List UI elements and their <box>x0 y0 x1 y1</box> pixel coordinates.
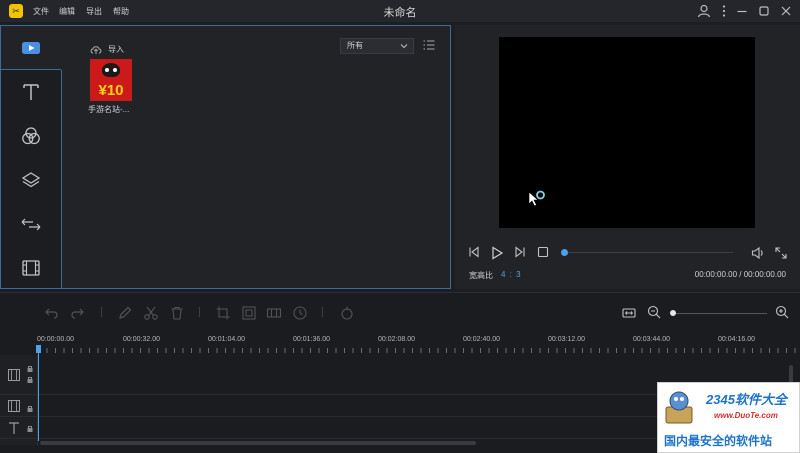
previous-frame-icon[interactable] <box>468 246 480 258</box>
import-label: 导入 <box>108 44 124 54</box>
zoom-in-icon[interactable] <box>775 305 789 319</box>
ruler-tick-label: 00:00:32.00 <box>123 336 160 343</box>
aspect-ratio-value[interactable]: 4 : 3 <box>501 270 522 279</box>
text-track-icon <box>9 422 19 434</box>
timeline-horizontal-scrollbar[interactable] <box>40 441 476 445</box>
media-icon <box>22 42 40 54</box>
menu-export[interactable]: 导出 <box>86 6 102 17</box>
film-icon <box>22 260 40 276</box>
title-bar: ✂ 文件 编辑 导出 帮助 未命名 <box>0 0 800 22</box>
stop-icon[interactable] <box>537 246 549 258</box>
ruler-tick-label: 00:01:36.00 <box>293 336 330 343</box>
mosaic-icon[interactable] <box>241 305 257 321</box>
more-menu-icon[interactable] <box>716 3 732 19</box>
track-lock-icon[interactable] <box>26 405 34 413</box>
fullscreen-icon[interactable] <box>774 246 788 260</box>
watermark-brand: 2345软件大全 <box>706 392 787 407</box>
tab-elements[interactable] <box>1 246 61 290</box>
app-logo: ✂ <box>9 4 23 18</box>
tab-overlays[interactable] <box>1 158 61 202</box>
transitions-icon <box>21 218 41 231</box>
thumbnail-badge: ¥10 <box>98 82 124 99</box>
media-panel: 导入 所有 ¥10 手游名站-... <box>0 25 451 289</box>
zoom-slider[interactable] <box>673 313 767 314</box>
site-watermark: 2345软件大全 www.DuoTe.com 国内最安全的软件站 <box>657 382 800 453</box>
tab-transitions[interactable] <box>1 202 61 246</box>
delete-icon[interactable] <box>169 305 185 321</box>
crop-icon[interactable] <box>215 305 231 321</box>
text-icon <box>23 84 39 100</box>
redo-icon[interactable] <box>69 305 85 321</box>
media-thumbnail[interactable]: ¥10 <box>90 59 132 101</box>
side-tab-bar <box>1 26 61 288</box>
seek-handle[interactable] <box>561 249 568 256</box>
media-filter-dropdown[interactable]: 所有 <box>340 38 414 54</box>
zoom-out-icon[interactable] <box>647 305 661 319</box>
tab-text[interactable] <box>1 70 61 114</box>
close-icon[interactable] <box>778 3 794 19</box>
watermark-url: www.DuoTe.com <box>714 411 778 420</box>
watermark-mascot <box>665 391 693 424</box>
import-icon <box>90 45 102 54</box>
track-lock-icon[interactable] <box>26 365 34 387</box>
watermark-slogan: 国内最安全的软件站 <box>664 434 773 448</box>
menu-help[interactable]: 帮助 <box>113 6 129 17</box>
next-frame-icon[interactable] <box>514 246 526 258</box>
video-track-icon <box>8 369 20 381</box>
time-readout: 00:00:00.00 / 00:00:00.00 <box>694 270 786 279</box>
duration-icon[interactable] <box>292 305 308 321</box>
minimize-icon[interactable] <box>734 3 750 19</box>
playhead-handle[interactable] <box>36 345 41 353</box>
maximize-icon[interactable] <box>756 3 772 19</box>
playhead <box>38 353 39 441</box>
menu-file[interactable]: 文件 <box>33 6 49 17</box>
menu-edit[interactable]: 编辑 <box>59 6 75 17</box>
media-item-name: 手游名站-... <box>88 105 130 114</box>
play-icon[interactable] <box>490 246 504 260</box>
ruler-tick-label: 00:04:16.00 <box>718 336 755 343</box>
list-view-icon[interactable] <box>423 39 435 51</box>
freeze-frame-icon[interactable] <box>266 305 282 321</box>
tab-media[interactable] <box>1 26 61 70</box>
media-library: 导入 所有 ¥10 手游名站-... <box>61 26 450 288</box>
preview-panel: 宽高比 4 : 3 00:00:00.00 / 00:00:00.00 <box>455 25 800 289</box>
ruler-tick-label: 00:01:04.00 <box>208 336 245 343</box>
import-button[interactable]: 导入 <box>90 42 124 56</box>
tab-filters[interactable] <box>1 114 61 158</box>
zoom-slider-handle[interactable] <box>670 310 676 316</box>
seek-bar[interactable] <box>563 252 733 253</box>
overlays-icon <box>21 172 41 188</box>
track-lock-icon[interactable] <box>26 425 34 433</box>
edit-icon[interactable] <box>117 305 133 321</box>
ruler-tick-label: 00:03:44.00 <box>633 336 670 343</box>
cut-icon[interactable] <box>143 305 159 321</box>
time-ruler[interactable]: 00:00:00.00 00:00:32.00 00:01:04.00 00:0… <box>0 331 800 355</box>
preview-screen <box>499 37 755 228</box>
ruler-tick-label: 00:03:12.00 <box>548 336 585 343</box>
cursor-icon <box>528 190 545 207</box>
filter-value: 所有 <box>347 41 363 50</box>
zoom-fit-icon[interactable] <box>622 306 636 320</box>
ruler-ticks <box>38 348 798 353</box>
filters-icon <box>22 127 40 145</box>
ruler-tick-label: 00:02:08.00 <box>378 336 415 343</box>
volume-icon[interactable] <box>751 246 765 260</box>
overlay-track-icon <box>8 400 20 412</box>
ruler-tick-label: 00:02:40.00 <box>463 336 500 343</box>
ruler-tick-label: 00:00:00.00 <box>37 336 74 343</box>
undo-icon[interactable] <box>44 305 60 321</box>
account-icon[interactable] <box>696 3 712 19</box>
chevron-down-icon <box>400 44 408 49</box>
thumbnail-mascot <box>102 63 120 77</box>
record-voice-icon[interactable] <box>339 305 355 321</box>
aspect-ratio-label: 宽高比 <box>469 271 493 280</box>
